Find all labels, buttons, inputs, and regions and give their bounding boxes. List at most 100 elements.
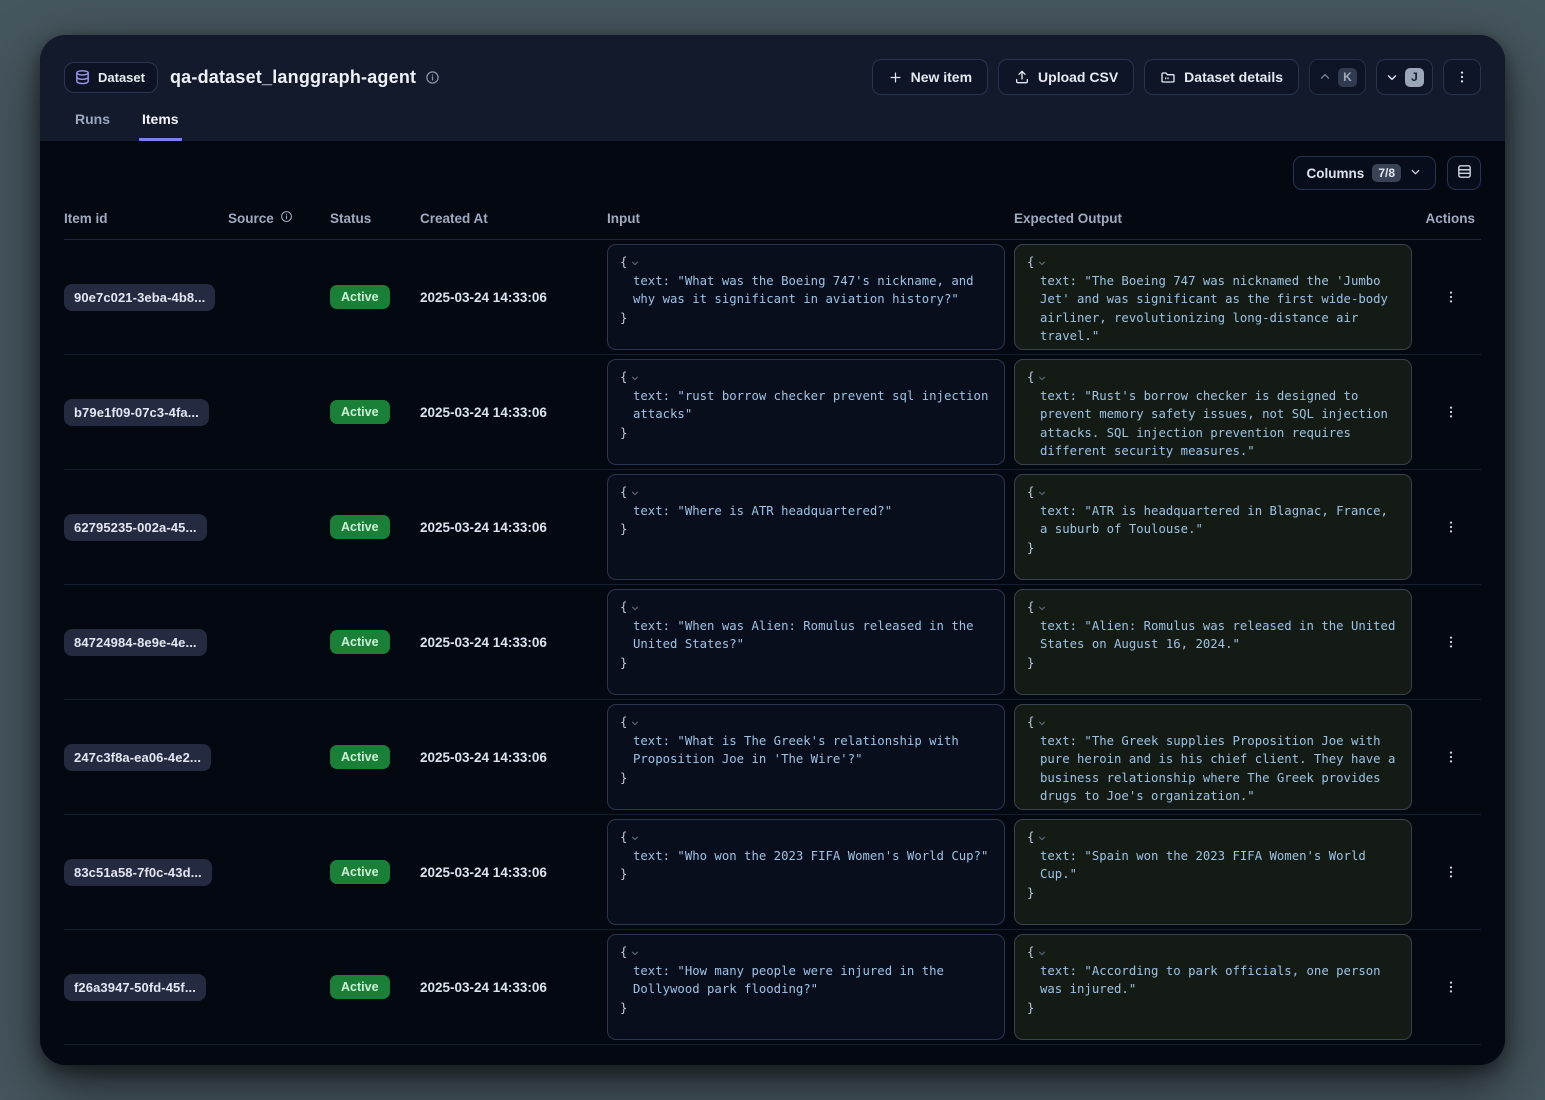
item-id-badge[interactable]: 83c51a58-7f0c-43d... (64, 859, 212, 886)
collapse-chevron-icon[interactable] (1037, 603, 1047, 613)
close-brace: } (620, 520, 992, 539)
close-brace: } (620, 309, 992, 328)
collapse-chevron-icon[interactable] (630, 603, 640, 613)
tab-items[interactable]: Items (139, 111, 182, 141)
table-row[interactable]: 83c51a58-7f0c-43d... Active 2025-03-24 1… (64, 815, 1481, 930)
collapse-chevron-icon[interactable] (630, 833, 640, 843)
collapse-chevron-icon[interactable] (1037, 948, 1047, 958)
expected-output-json-viewer[interactable]: { text: "Rust's borrow checker is design… (1014, 359, 1412, 465)
dataset-details-button[interactable]: Dataset details (1144, 59, 1299, 95)
row-actions-menu-button[interactable] (1437, 858, 1465, 886)
expected-output-json-text: text: "Rust's borrow checker is designed… (1027, 387, 1399, 461)
input-json-text: text: "What was the Boeing 747's nicknam… (620, 272, 992, 309)
column-header-created-at: Created At (420, 211, 607, 226)
previous-item-button[interactable]: K (1309, 59, 1366, 95)
open-brace: { (1027, 368, 1034, 387)
item-id-badge[interactable]: 62795235-002a-45... (64, 514, 207, 541)
close-brace: } (620, 999, 992, 1018)
row-actions-menu-button[interactable] (1437, 513, 1465, 541)
table-row[interactable]: 84724984-8e9e-4e... Active 2025-03-24 14… (64, 585, 1481, 700)
created-at-value: 2025-03-24 14:33:06 (420, 520, 607, 535)
close-brace: } (1027, 884, 1399, 903)
plus-icon (888, 70, 903, 85)
close-brace: } (620, 769, 992, 788)
table-row[interactable]: f26a3947-50fd-45f... Active 2025-03-24 1… (64, 930, 1481, 1045)
input-json-viewer[interactable]: { text: "Who won the 2023 FIFA Women's W… (607, 819, 1005, 925)
collapse-chevron-icon[interactable] (1037, 258, 1047, 268)
collapse-chevron-icon[interactable] (1037, 373, 1047, 383)
input-json-viewer[interactable]: { text: "What was the Boeing 747's nickn… (607, 244, 1005, 350)
input-json-viewer[interactable]: { text: "Where is ATR headquartered?" } (607, 474, 1005, 580)
status-cell: Active (330, 745, 420, 769)
upload-csv-button[interactable]: Upload CSV (998, 59, 1134, 95)
tab-runs[interactable]: Runs (72, 111, 113, 141)
columns-label: Columns (1307, 166, 1365, 181)
created-at-value: 2025-03-24 14:33:06 (420, 980, 607, 995)
table-row[interactable]: 62795235-002a-45... Active 2025-03-24 14… (64, 470, 1481, 585)
item-id-cell: 83c51a58-7f0c-43d... (64, 859, 228, 886)
collapse-chevron-icon[interactable] (630, 258, 640, 268)
expected-output-json-viewer[interactable]: { text: "According to park officials, on… (1014, 934, 1412, 1040)
item-id-badge[interactable]: 84724984-8e9e-4e... (64, 629, 207, 656)
input-cell: { text: "Who won the 2023 FIFA Women's W… (607, 819, 1014, 925)
database-icon (74, 69, 91, 86)
row-actions-menu-button[interactable] (1437, 283, 1465, 311)
expected-output-json-viewer[interactable]: { text: "ATR is headquartered in Blagnac… (1014, 474, 1412, 580)
row-actions-menu-button[interactable] (1437, 398, 1465, 426)
item-id-badge[interactable]: 247c3f8a-ea06-4e2... (64, 744, 211, 771)
dataset-type-badge[interactable]: Dataset (64, 62, 158, 93)
input-json-viewer[interactable]: { text: "When was Alien: Romulus release… (607, 589, 1005, 695)
created-at-value: 2025-03-24 14:33:06 (420, 865, 607, 880)
item-id-badge[interactable]: b79e1f09-07c3-4fa... (64, 399, 209, 426)
item-id-badge[interactable]: 90e7c021-3eba-4b8... (64, 284, 215, 311)
expected-output-json-text: text: "Spain won the 2023 FIFA Women's W… (1027, 847, 1399, 884)
kebab-menu-icon (1454, 69, 1470, 85)
collapse-chevron-icon[interactable] (1037, 718, 1047, 728)
expected-output-json-text: text: "Alien: Romulus was released in th… (1027, 617, 1399, 654)
expected-output-cell: { text: "According to park officials, on… (1014, 934, 1420, 1040)
table-row[interactable]: 247c3f8a-ea06-4e2... Active 2025-03-24 1… (64, 700, 1481, 815)
actions-cell (1420, 973, 1481, 1001)
expected-output-json-viewer[interactable]: { text: "The Greek supplies Proposition … (1014, 704, 1412, 810)
collapse-chevron-icon[interactable] (630, 948, 640, 958)
collapse-chevron-icon[interactable] (630, 718, 640, 728)
actions-cell (1420, 513, 1481, 541)
input-json-viewer[interactable]: { text: "How many people were injured in… (607, 934, 1005, 1040)
item-id-badge[interactable]: f26a3947-50fd-45f... (64, 974, 206, 1001)
collapse-chevron-icon[interactable] (1037, 488, 1047, 498)
close-brace: } (620, 424, 992, 443)
input-json-viewer[interactable]: { text: "What is The Greek's relationshi… (607, 704, 1005, 810)
upload-icon (1014, 69, 1030, 85)
new-item-button[interactable]: New item (872, 59, 988, 95)
actions-cell (1420, 628, 1481, 656)
open-brace: { (620, 828, 627, 847)
table-row[interactable]: b79e1f09-07c3-4fa... Active 2025-03-24 1… (64, 355, 1481, 470)
row-actions-menu-button[interactable] (1437, 743, 1465, 771)
next-item-button[interactable]: J (1376, 59, 1433, 95)
expected-output-cell: { text: "Spain won the 2023 FIFA Women's… (1014, 819, 1420, 925)
expected-output-json-viewer[interactable]: { text: "The Boeing 747 was nicknamed th… (1014, 244, 1412, 350)
row-actions-menu-button[interactable] (1437, 973, 1465, 1001)
header-more-menu-button[interactable] (1443, 59, 1481, 95)
source-info-icon[interactable] (280, 210, 293, 226)
collapse-chevron-icon[interactable] (630, 373, 640, 383)
expected-output-json-viewer[interactable]: { text: "Spain won the 2023 FIFA Women's… (1014, 819, 1412, 925)
title-info-icon[interactable] (425, 70, 440, 85)
close-brace: } (620, 654, 992, 673)
expected-output-json-viewer[interactable]: { text: "Alien: Romulus was released in … (1014, 589, 1412, 695)
created-at-value: 2025-03-24 14:33:06 (420, 635, 607, 650)
table-row[interactable]: 90e7c021-3eba-4b8... Active 2025-03-24 1… (64, 240, 1481, 355)
columns-selector-button[interactable]: Columns 7/8 (1293, 156, 1436, 190)
shortcut-j-badge: J (1405, 68, 1424, 87)
open-brace: { (620, 598, 627, 617)
open-brace: { (620, 943, 627, 962)
row-height-button[interactable] (1447, 156, 1481, 190)
row-actions-menu-button[interactable] (1437, 628, 1465, 656)
input-json-text: text: "How many people were injured in t… (620, 962, 992, 999)
collapse-chevron-icon[interactable] (630, 488, 640, 498)
expected-output-json-text: text: "ATR is headquartered in Blagnac, … (1027, 502, 1399, 539)
item-id-cell: f26a3947-50fd-45f... (64, 974, 228, 1001)
columns-count-badge: 7/8 (1372, 164, 1401, 182)
input-json-viewer[interactable]: { text: "rust borrow checker prevent sql… (607, 359, 1005, 465)
collapse-chevron-icon[interactable] (1037, 833, 1047, 843)
